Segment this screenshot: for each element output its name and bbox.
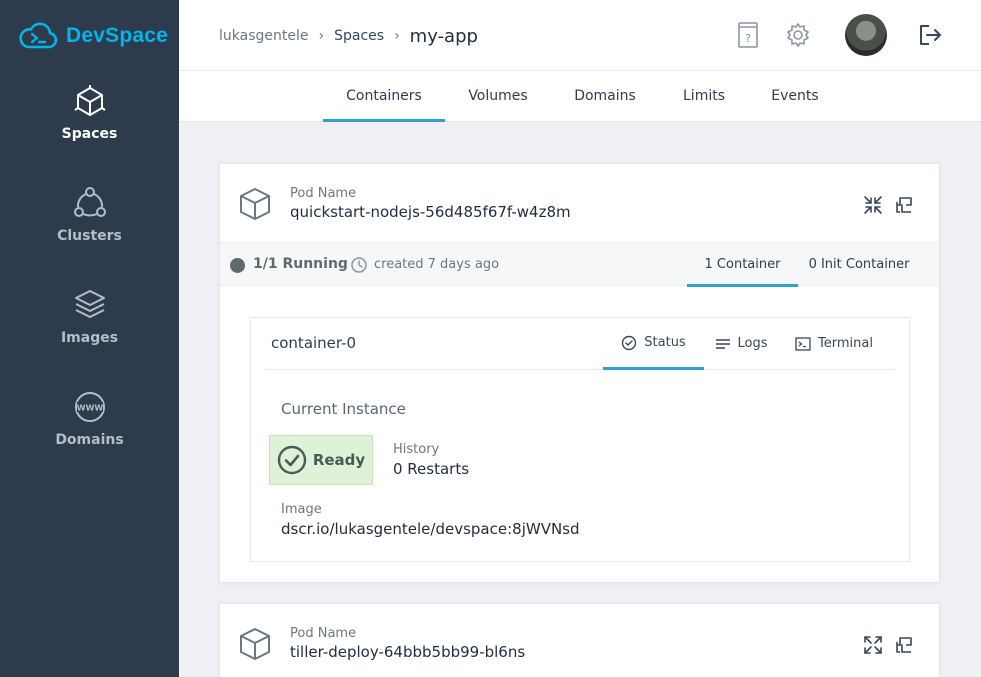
breadcrumb-user[interactable]: lukasgentele xyxy=(219,28,308,44)
expand-icon[interactable] xyxy=(862,634,884,656)
tab-terminal[interactable]: Terminal xyxy=(791,318,877,369)
tab-limits[interactable]: Limits xyxy=(671,71,737,122)
breadcrumb: lukasgentele › Spaces › my-app xyxy=(219,22,478,50)
tab-events[interactable]: Events xyxy=(759,71,831,122)
swap-icon[interactable] xyxy=(893,194,915,216)
sidebar-item-domains[interactable]: WWW Domains xyxy=(0,390,179,480)
tab-containers-count[interactable]: 1 Container xyxy=(687,243,798,287)
pod-name: tiller-deploy-64bbb5bb99-bl6ns xyxy=(290,643,526,661)
pod-name-label: Pod Name xyxy=(290,626,357,641)
image-value: dscr.io/lukasgentele/devspace:8jWVNsd xyxy=(281,520,580,538)
tab-volumes[interactable]: Volumes xyxy=(455,71,541,122)
layers-icon xyxy=(74,290,105,318)
tab-containers[interactable]: Containers xyxy=(323,71,445,122)
sidebar-item-label: Domains xyxy=(55,432,124,448)
cube-icon xyxy=(240,188,270,220)
divider xyxy=(265,369,895,370)
pod-header: Pod Name quickstart-nodejs-56d485f67f-w4… xyxy=(220,164,939,242)
check-circle-icon xyxy=(277,445,307,475)
tab-label: Logs xyxy=(737,336,768,351)
tab-domains[interactable]: Domains xyxy=(563,71,647,122)
tab-logs[interactable]: Logs xyxy=(709,318,773,369)
tab-label: Status xyxy=(644,335,686,350)
clock-icon xyxy=(351,257,367,273)
breadcrumb-spaces[interactable]: Spaces xyxy=(334,28,384,44)
devspace-logo[interactable]: DevSpace xyxy=(18,18,168,54)
pod-card: Pod Name tiller-deploy-64bbb5bb99-bl6ns xyxy=(219,603,940,677)
www-globe-icon: WWW xyxy=(74,392,105,422)
sidebar-item-label: Spaces xyxy=(61,126,118,142)
check-circle-icon xyxy=(622,335,637,350)
sidebar-item-clusters[interactable]: Clusters xyxy=(0,186,179,276)
pod-status: 1/1 Running xyxy=(253,256,348,272)
cube-icon xyxy=(73,85,106,116)
pod-status-bar: 1/1 Running created 7 days ago 1 Contain… xyxy=(220,242,939,287)
chevron-right-icon: › xyxy=(394,28,400,44)
pod-card: Pod Name quickstart-nodejs-56d485f67f-w4… xyxy=(219,163,940,583)
sidebar-item-label: Clusters xyxy=(57,228,122,244)
current-instance-heading: Current Instance xyxy=(281,400,406,418)
lines-icon xyxy=(715,338,730,349)
svg-text:WWW: WWW xyxy=(76,404,103,413)
status-dot xyxy=(230,258,245,273)
pod-name: quickstart-nodejs-56d485f67f-w4z8m xyxy=(290,203,571,221)
created-time: created 7 days ago xyxy=(374,257,500,272)
ready-label: Ready xyxy=(312,451,366,469)
avatar[interactable] xyxy=(845,14,887,56)
cube-icon xyxy=(240,628,270,660)
tab-label: Terminal xyxy=(818,336,873,351)
container-card: container-0 Status Logs Terminal Current… xyxy=(250,317,910,562)
cloud-terminal-icon xyxy=(19,22,58,49)
image-label: Image xyxy=(281,502,322,517)
cluster-icon xyxy=(73,187,106,217)
sidebar-item-spaces[interactable]: Spaces xyxy=(0,84,179,174)
logout-icon[interactable] xyxy=(917,21,943,49)
sidebar-item-label: Images xyxy=(60,330,119,346)
history-value: 0 Restarts xyxy=(393,460,470,478)
tab-init-containers[interactable]: 0 Init Container xyxy=(798,243,920,287)
gear-icon[interactable] xyxy=(785,21,811,49)
top-header: lukasgentele › Spaces › my-app ? xyxy=(179,0,981,71)
terminal-icon xyxy=(795,336,811,351)
tab-status[interactable]: Status xyxy=(603,318,704,370)
app-name: DevSpace xyxy=(66,24,168,47)
chevron-right-icon: › xyxy=(318,28,325,44)
sidebar-item-images[interactable]: Images xyxy=(0,288,179,378)
history-label: History xyxy=(393,442,440,457)
collapse-icon[interactable] xyxy=(862,194,884,216)
pod-header: Pod Name tiller-deploy-64bbb5bb99-bl6ns xyxy=(220,604,939,677)
container-name: container-0 xyxy=(271,334,357,352)
tab-bar: Containers Volumes Domains Limits Events xyxy=(179,71,981,122)
swap-icon[interactable] xyxy=(893,634,915,656)
sidebar: DevSpace Spaces Clusters Images WWW Doma… xyxy=(0,0,179,677)
docs-icon[interactable]: ? xyxy=(736,21,762,49)
page-title: my-app xyxy=(409,25,478,47)
svg-text:?: ? xyxy=(745,32,751,45)
ready-badge: Ready xyxy=(269,435,373,485)
pod-name-label: Pod Name xyxy=(290,186,357,201)
